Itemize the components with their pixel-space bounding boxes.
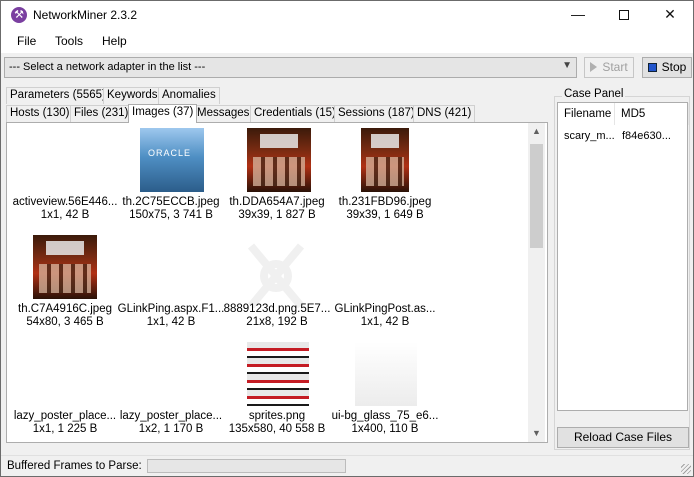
image-tile[interactable]: th.231FBD96.jpeg 39x39, 1 649 B	[329, 196, 441, 222]
image-tile[interactable]: th.DDA654A7.jpeg 39x39, 1 827 B	[221, 196, 333, 222]
images-vertical-scrollbar[interactable]: ▲ ▼	[528, 123, 545, 442]
tab-messages[interactable]: Messages	[193, 105, 254, 122]
buffered-frames-progress	[147, 459, 346, 473]
stop-button[interactable]: Stop	[642, 57, 692, 78]
image-thumbnail-poster[interactable]	[247, 128, 311, 192]
network-adapter-value: --- Select a network adapter in the list…	[9, 61, 206, 73]
resize-grip-icon[interactable]	[681, 464, 691, 474]
maximize-icon	[619, 10, 629, 20]
case-files-list[interactable]: Filename MD5 scary_m... f84e630...	[557, 102, 689, 411]
reload-case-files-button[interactable]: Reload Case Files	[557, 427, 689, 448]
buffered-frames-label: Buffered Frames to Parse:	[7, 460, 142, 472]
image-tile[interactable]: th.2C75ECCB.jpeg 150x75, 3 741 B	[115, 196, 227, 222]
start-label: Start	[602, 60, 628, 74]
image-dimensions: 1x400, 110 B	[351, 423, 419, 435]
case-panel-title: Case Panel	[562, 88, 626, 100]
case-file-md5[interactable]: f84e630...	[622, 130, 671, 142]
image-dimensions: 1x1, 1 225 B	[32, 423, 98, 435]
image-dimensions: 1x1, 42 B	[40, 209, 90, 221]
image-filename: sprites.png	[248, 410, 306, 422]
start-button[interactable]: Start	[584, 57, 634, 78]
scroll-down-arrow-icon[interactable]: ▼	[528, 425, 545, 442]
case-panel: Case Panel Filename MD5 scary_m... f84e6…	[554, 88, 692, 451]
case-file-filename[interactable]: scary_m...	[564, 130, 615, 142]
image-dimensions: 21x8, 192 B	[246, 316, 308, 328]
image-dimensions: 150x75, 3 741 B	[129, 209, 213, 221]
stop-icon	[647, 63, 657, 72]
image-thumbnail-poster[interactable]	[361, 128, 409, 192]
image-filename: lazy_poster_place...	[13, 410, 117, 422]
image-dimensions: 39x39, 1 827 B	[238, 209, 316, 221]
networkminer-logo-icon: ⚒	[11, 7, 27, 23]
column-header-md5[interactable]: MD5	[615, 103, 689, 125]
maximize-button[interactable]	[601, 1, 647, 29]
image-dimensions: 135x580, 40 558 B	[228, 423, 326, 435]
tab-images[interactable]: Images (37)	[128, 104, 198, 123]
tab-keywords[interactable]: Keywords	[103, 87, 162, 104]
image-filename: th.2C75ECCB.jpeg	[122, 196, 220, 208]
app-window: ⚒ NetworkMiner 2.3.2 — ✕ File Tools Help…	[0, 0, 694, 477]
tab-credentials[interactable]: Credentials (15)	[250, 105, 340, 122]
scrollbar-thumb[interactable]	[530, 144, 543, 248]
image-filename: GLinkPingPost.as...	[334, 303, 436, 315]
image-filename: 8889123d.png.5E7...	[223, 303, 331, 315]
image-tile[interactable]: GLinkPingPost.as... 1x1, 42 B	[329, 303, 441, 329]
menu-tools[interactable]: Tools	[55, 34, 83, 48]
image-filename: GLinkPing.aspx.F1...	[117, 303, 225, 315]
minimize-button[interactable]: —	[555, 1, 601, 29]
tab-dns[interactable]: DNS (421)	[413, 105, 476, 122]
image-filename: ui-bg_glass_75_e6...	[331, 410, 439, 422]
image-tile[interactable]: sprites.png 135x580, 40 558 B	[221, 410, 333, 436]
stop-label: Stop	[661, 60, 687, 74]
tab-files[interactable]: Files (231)	[70, 105, 133, 122]
image-tile[interactable]: 8889123d.png.5E7... 21x8, 192 B	[221, 303, 333, 329]
network-adapter-select[interactable]: --- Select a network adapter in the list…	[4, 57, 577, 78]
image-dimensions: 39x39, 1 649 B	[346, 209, 424, 221]
image-tile[interactable]: lazy_poster_place... 1x1, 1 225 B	[9, 410, 121, 436]
tab-sessions[interactable]: Sessions (187)	[334, 105, 419, 122]
window-title: NetworkMiner 2.3.2	[33, 8, 138, 22]
image-thumbnail-glass[interactable]	[355, 342, 417, 406]
image-filename: activeview.56E446...	[12, 196, 118, 208]
menu-bar: File Tools Help	[1, 29, 693, 53]
chevron-down-icon: ▼	[562, 60, 572, 71]
image-thumbnail-poster[interactable]	[33, 235, 97, 299]
image-thumbnail-sprites[interactable]	[247, 342, 309, 406]
tab-anomalies[interactable]: Anomalies	[158, 87, 220, 104]
image-dimensions: 1x2, 1 170 B	[138, 423, 204, 435]
tab-hosts[interactable]: Hosts (130)	[6, 105, 74, 122]
image-tile[interactable]: ui-bg_glass_75_e6... 1x400, 110 B	[329, 410, 441, 436]
image-filename: th.C7A4916C.jpeg	[18, 303, 112, 315]
image-filename: th.231FBD96.jpeg	[338, 196, 432, 208]
tab-parameters[interactable]: Parameters (5565)	[6, 87, 110, 104]
image-dimensions: 1x1, 42 B	[360, 316, 410, 328]
play-icon	[590, 62, 598, 72]
menu-help[interactable]: Help	[102, 34, 127, 48]
image-tile[interactable]: lazy_poster_place... 1x2, 1 170 B	[115, 410, 227, 436]
image-dimensions: 54x80, 3 465 B	[26, 316, 104, 328]
close-button[interactable]: ✕	[647, 1, 693, 29]
oracle-logo-text: ORACLE	[148, 148, 192, 158]
title-bar: ⚒ NetworkMiner 2.3.2 — ✕	[1, 1, 693, 29]
status-bar: Buffered Frames to Parse:	[1, 455, 693, 476]
image-filename: th.DDA654A7.jpeg	[229, 196, 325, 208]
image-tile[interactable]: GLinkPing.aspx.F1... 1x1, 42 B	[115, 303, 227, 329]
image-tile[interactable]: th.C7A4916C.jpeg 54x80, 3 465 B	[9, 303, 121, 329]
menu-file[interactable]: File	[17, 34, 36, 48]
column-header-filename[interactable]: Filename	[558, 103, 615, 125]
scroll-up-arrow-icon[interactable]: ▲	[528, 123, 545, 140]
image-thumbnail-oracle[interactable]: ORACLE	[140, 128, 204, 192]
image-filename: lazy_poster_place...	[119, 410, 223, 422]
image-dimensions: 1x1, 42 B	[146, 316, 196, 328]
image-tile[interactable]: activeview.56E446... 1x1, 42 B	[9, 196, 121, 222]
